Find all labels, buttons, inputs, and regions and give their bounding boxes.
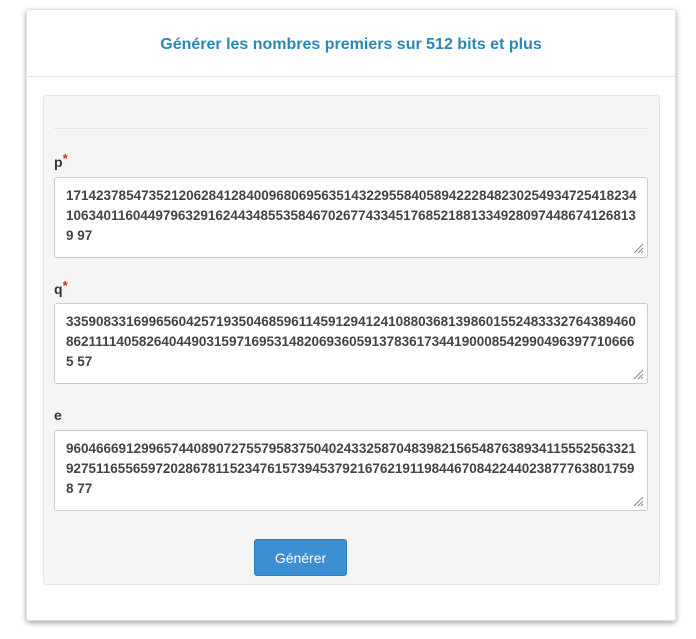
resize-handle-icon[interactable] bbox=[632, 495, 644, 507]
p-label-text: p bbox=[54, 154, 63, 170]
p-required-mark: * bbox=[62, 151, 68, 166]
generate-button[interactable]: Générer bbox=[254, 539, 347, 576]
q-label-text: q bbox=[54, 281, 63, 297]
e-label-text: e bbox=[54, 407, 62, 423]
resize-handle-icon[interactable] bbox=[632, 242, 644, 254]
q-required-mark: * bbox=[62, 278, 68, 293]
p-textarea[interactable]: 1714237854735212062841284009680695635143… bbox=[54, 177, 648, 258]
q-value: 3359083316996560425719350468596114591294… bbox=[66, 314, 636, 369]
e-label: e bbox=[54, 407, 62, 423]
p-value: 1714237854735212062841284009680695635143… bbox=[66, 188, 637, 243]
form-panel: p* 1714237854735212062841284009680695635… bbox=[43, 95, 660, 585]
card-header: Générer les nombres premiers sur 512 bit… bbox=[27, 10, 675, 77]
e-textarea[interactable]: 9604666912996574408907275579583750402433… bbox=[54, 430, 648, 511]
q-label: q* bbox=[54, 278, 68, 297]
p-label: p* bbox=[54, 151, 68, 170]
generator-card: Générer les nombres premiers sur 512 bit… bbox=[26, 9, 676, 621]
e-value: 9604666912996574408907275579583750402433… bbox=[66, 441, 636, 496]
q-textarea[interactable]: 3359083316996560425719350468596114591294… bbox=[54, 303, 648, 384]
resize-handle-icon[interactable] bbox=[632, 368, 644, 380]
panel-divider bbox=[54, 128, 649, 129]
page-title: Générer les nombres premiers sur 512 bit… bbox=[160, 36, 542, 53]
